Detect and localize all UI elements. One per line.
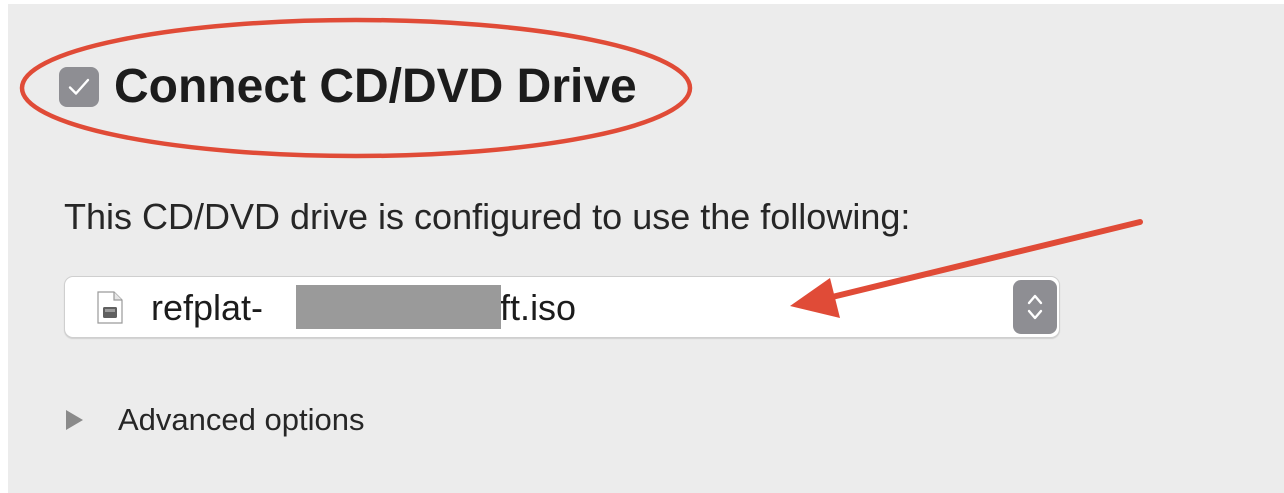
checkmark-icon	[68, 78, 90, 95]
media-select-popup[interactable]: refplat- -eft.iso	[64, 276, 1060, 338]
connect-drive-checkbox[interactable]	[59, 67, 99, 107]
disk-image-file-icon	[97, 291, 123, 324]
filename-prefix: refplat-	[151, 287, 264, 328]
chevron-up-down-icon	[1027, 294, 1043, 320]
redaction-block	[296, 285, 501, 329]
disclosure-triangle-icon[interactable]	[66, 410, 83, 430]
advanced-options-label[interactable]: Advanced options	[118, 401, 364, 439]
popup-stepper-button[interactable]	[1013, 280, 1057, 334]
connect-drive-title: Connect CD/DVD Drive	[114, 60, 637, 113]
drive-description: This CD/DVD drive is configured to use t…	[64, 196, 911, 237]
